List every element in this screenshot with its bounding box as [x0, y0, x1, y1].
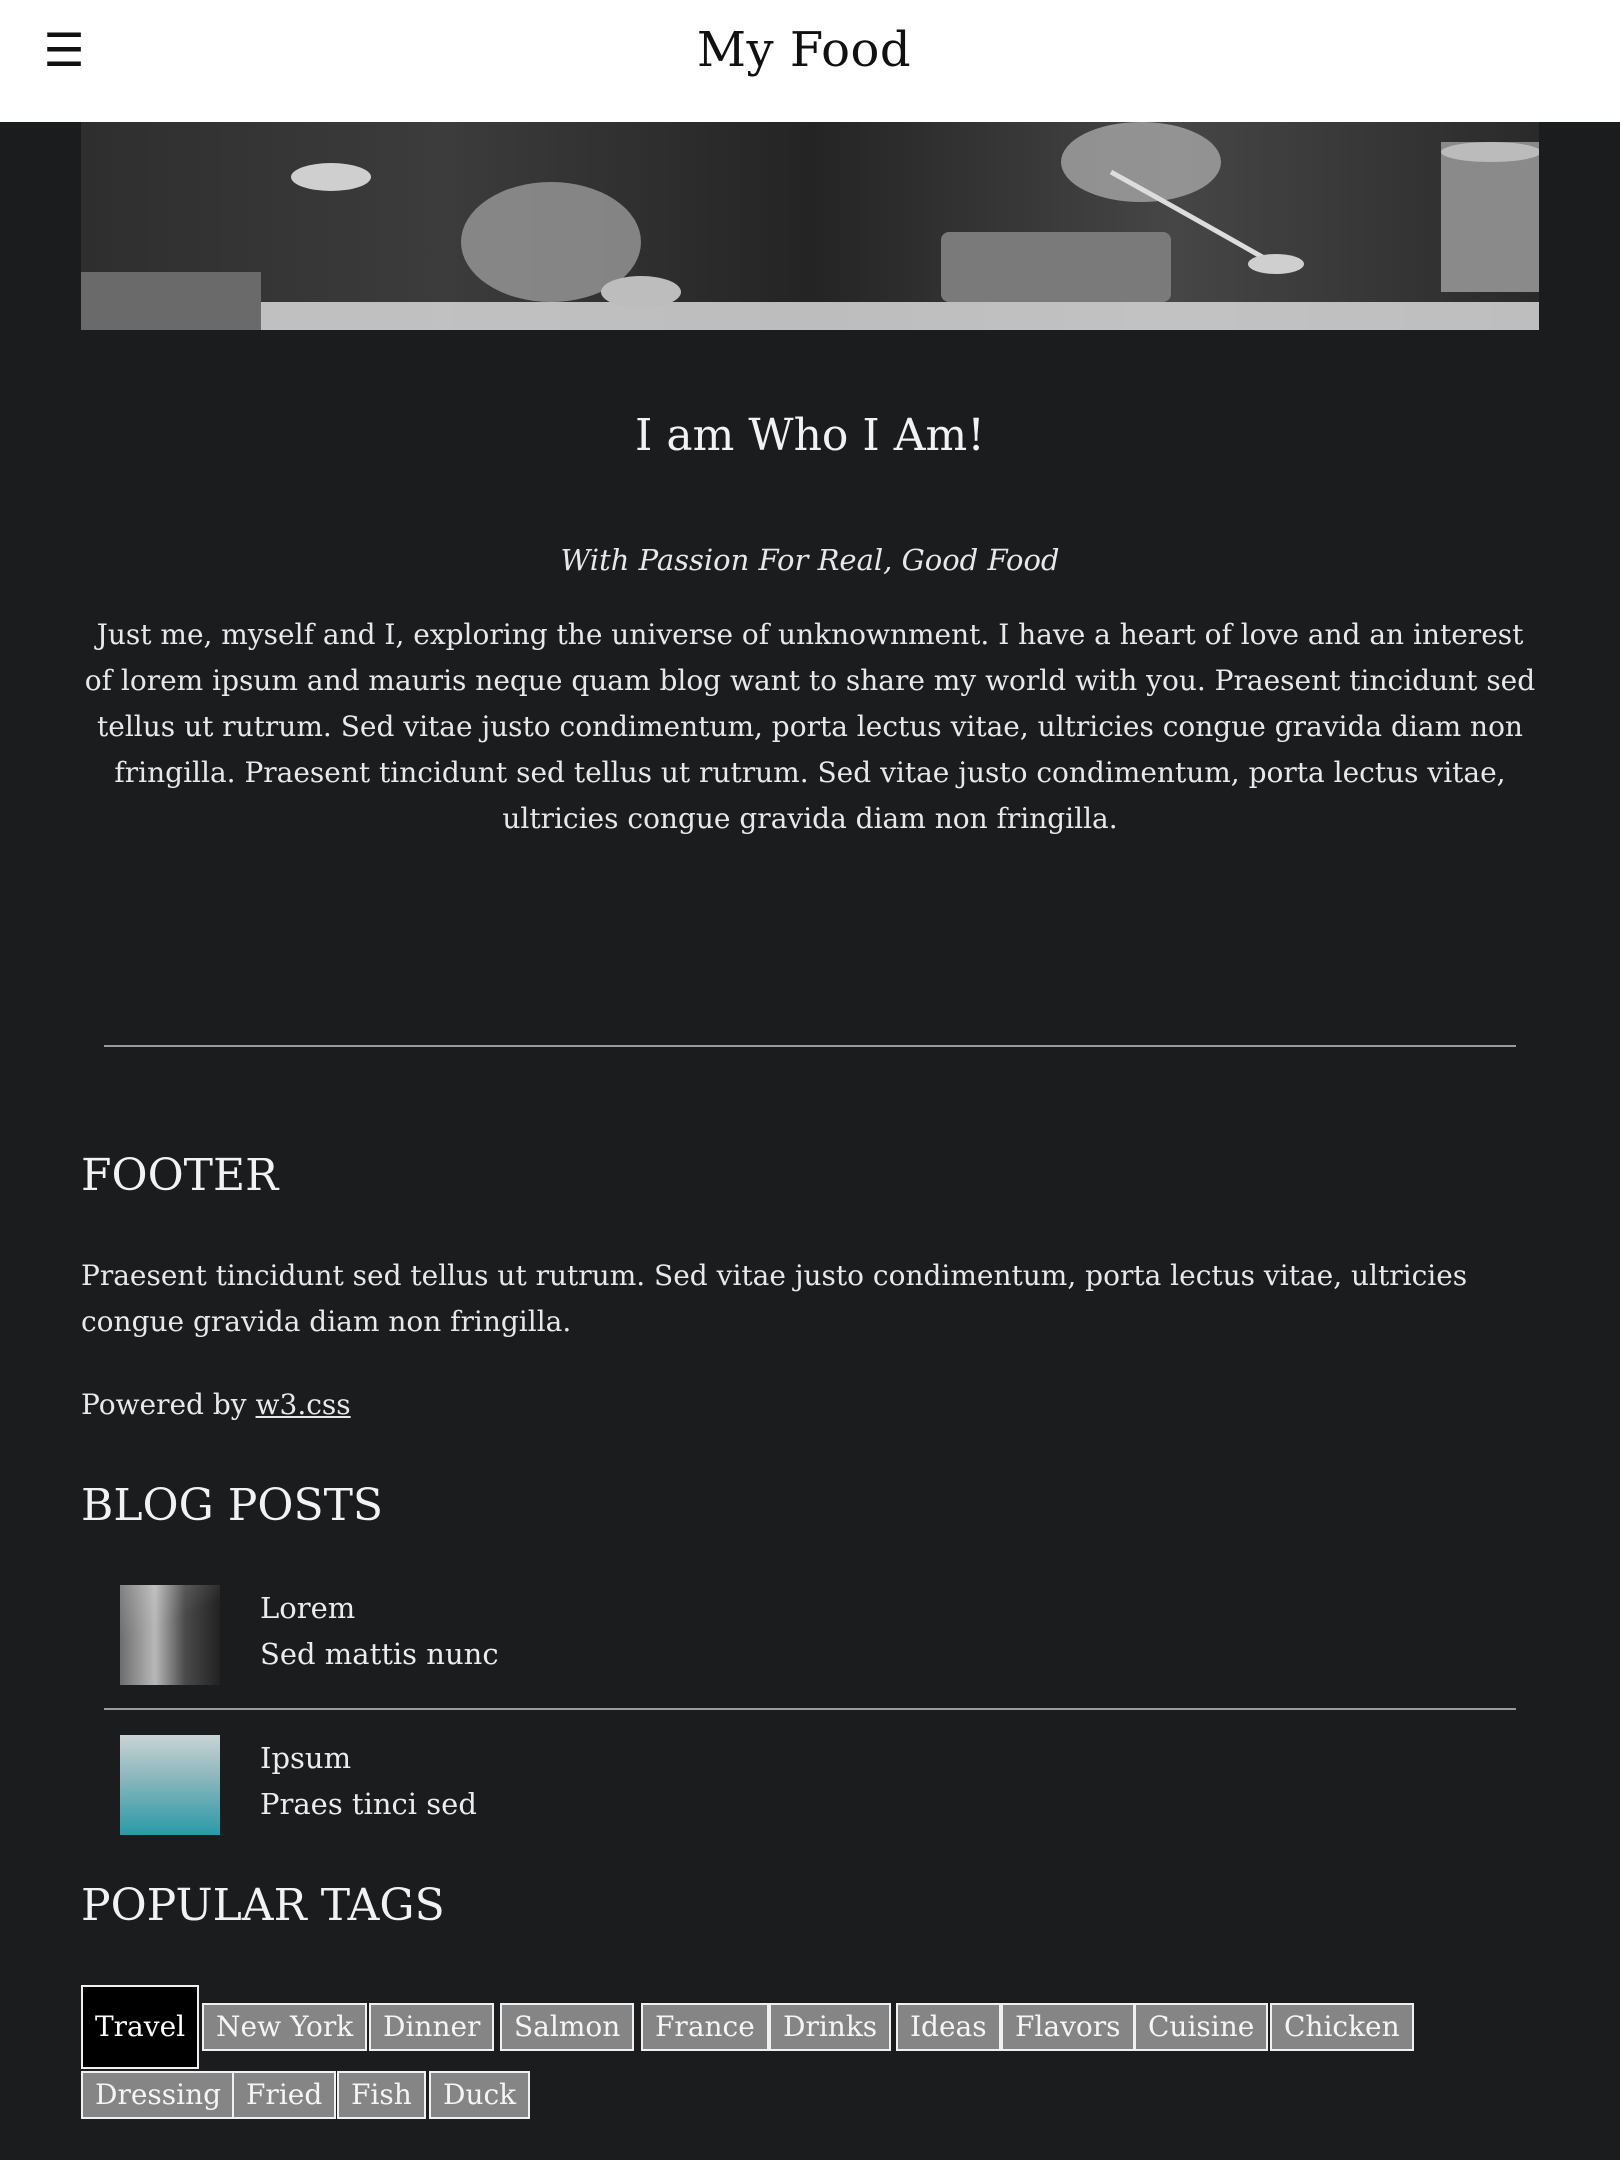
- tag-ideas[interactable]: Ideas: [896, 2003, 1001, 2051]
- tag-dinner[interactable]: Dinner: [369, 2003, 495, 2051]
- about-body: Just me, myself and I, exploring the uni…: [84, 618, 1536, 835]
- footer-title: FOOTER: [81, 1150, 279, 1201]
- tag-cuisine[interactable]: Cuisine: [1134, 2003, 1269, 2051]
- tag-flavors[interactable]: Flavors: [1001, 2003, 1135, 2051]
- about-subtitle: With Passion For Real, Good Food: [560, 543, 1060, 577]
- blog-posts-title: BLOG POSTS: [81, 1480, 384, 1531]
- about-title: I am Who I Am!: [635, 410, 985, 461]
- tag-france[interactable]: France: [641, 2003, 769, 2051]
- hero-image: [81, 122, 1539, 330]
- section-divider: [104, 1045, 1516, 1047]
- blog-post-thumbnail: [120, 1735, 220, 1835]
- tag-fish[interactable]: Fish: [337, 2071, 426, 2119]
- w3css-link[interactable]: w3.css: [256, 1388, 351, 1421]
- tag-salmon[interactable]: Salmon: [500, 2003, 635, 2051]
- post-divider: [104, 1708, 1516, 1710]
- blog-post-name: Ipsum: [260, 1741, 352, 1775]
- tag-fried[interactable]: Fried: [232, 2071, 337, 2119]
- site-title: My Food: [696, 22, 912, 78]
- footer-text: Praesent tincidunt sed tellus ut rutrum.…: [81, 1259, 1468, 1338]
- blog-post-item[interactable]: Ipsum Praes tinci sed: [120, 1735, 1516, 1835]
- tag-drinks[interactable]: Drinks: [769, 2003, 892, 2051]
- tag-new-york[interactable]: New York: [202, 2003, 368, 2051]
- powered-by-prefix: Powered by: [81, 1388, 256, 1421]
- blog-post-item[interactable]: Lorem Sed mattis nunc: [120, 1585, 1516, 1685]
- popular-tags-title: POPULAR TAGS: [81, 1880, 445, 1931]
- blog-post-name: Lorem: [260, 1591, 356, 1625]
- tag-duck[interactable]: Duck: [429, 2071, 531, 2119]
- powered-by: Powered by w3.css: [81, 1388, 351, 1421]
- blog-post-desc: Praes tinci sed: [260, 1787, 477, 1821]
- tag-dressing[interactable]: Dressing: [81, 2071, 236, 2119]
- tag-travel[interactable]: Travel: [81, 1985, 200, 2069]
- tag-chicken[interactable]: Chicken: [1270, 2003, 1414, 2051]
- blog-post-thumbnail: [120, 1585, 220, 1685]
- top-bar: ☰ My Food: [0, 0, 1620, 122]
- blog-post-desc: Sed mattis nunc: [260, 1637, 499, 1671]
